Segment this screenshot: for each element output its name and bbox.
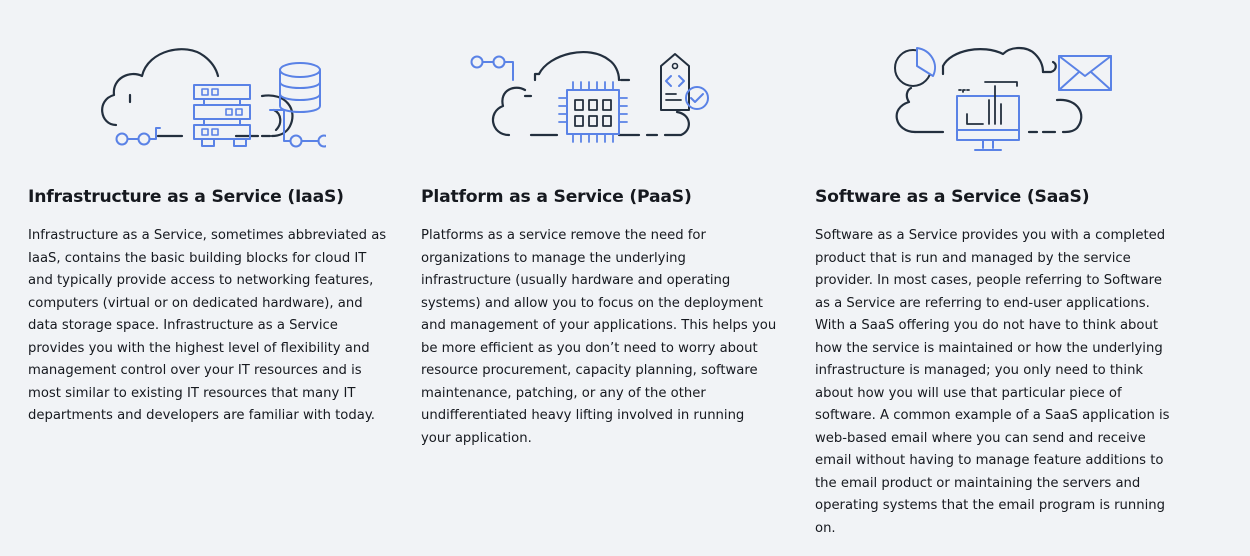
paas-cloud-chip-code-tag-icon [469, 40, 719, 158]
text-line: Platforms as a service remove the need f… [421, 228, 706, 243]
text-line: most similar to existing IT resources th… [28, 385, 356, 401]
saas-title: Software as a Service (SaaS) [815, 187, 1090, 207]
text-line: and typically provide access to networki… [28, 273, 374, 288]
saas-description: Software as a Service provides you with … [815, 225, 1170, 540]
text-line: resource procurement, capacity planning,… [421, 363, 758, 378]
text-line: Infrastructure as a Service, sometimes a… [28, 228, 387, 243]
paas-description: Platforms as a service remove the need f… [421, 225, 777, 450]
text-line: provider. In most cases, people referrin… [815, 273, 1162, 288]
text-line: undifferentiated heavy lifting involved … [421, 408, 745, 423]
text-line: web-based email where you can send and r… [815, 430, 1146, 446]
text-line: the email product or maintaining the ser… [815, 475, 1141, 491]
text-line: on. [815, 520, 836, 536]
iaas-title: Infrastructure as a Service (IaaS) [28, 187, 344, 207]
text-line: With a SaaS offering you do not have to … [815, 318, 1159, 333]
text-line: software. A common example of a SaaS app… [815, 408, 1170, 423]
iaas-description: Infrastructure as a Service, sometimes a… [28, 225, 387, 428]
paas-title: Platform as a Service (PaaS) [421, 187, 692, 207]
text-line: email without having to manage feature a… [815, 453, 1164, 468]
text-line: departments and developers are familiar … [28, 408, 375, 423]
text-line: your application. [421, 430, 532, 446]
saas-cloud-monitor-chart-mail-icon [887, 40, 1117, 158]
text-line: organizations to manage the underlying [421, 250, 686, 266]
text-line: data storage space. Infrastructure as a … [28, 318, 338, 333]
text-line: as a Service are referring to end-user a… [815, 295, 1150, 311]
text-line: and management of your applications. Thi… [421, 318, 777, 333]
text-line: how the service is maintained or how the… [815, 340, 1163, 356]
text-line: maintenance, patching, or any of the oth… [421, 385, 706, 401]
text-line: be more efficient as you don’t need to w… [421, 340, 758, 356]
text-line: Software as a Service provides you with … [815, 228, 1166, 243]
iaas-cloud-servers-database-icon [86, 40, 326, 158]
text-line: about how you will use that particular p… [815, 385, 1122, 401]
text-line: computers (virtual or on dedicated hardw… [28, 295, 363, 311]
text-line: operating systems that the email program… [815, 498, 1166, 513]
text-line: systems) and allow you to focus on the d… [421, 295, 763, 311]
text-line: infrastructure (usually hardware and ope… [421, 273, 731, 288]
text-line: provides you with the highest level of f… [28, 340, 370, 356]
text-line: management control over your IT resource… [28, 363, 362, 378]
text-line: product that is run and managed by the s… [815, 250, 1131, 266]
text-line: IaaS, contains the basic building blocks… [28, 250, 367, 266]
text-line: infrastructure is managed; you only need… [815, 363, 1144, 378]
